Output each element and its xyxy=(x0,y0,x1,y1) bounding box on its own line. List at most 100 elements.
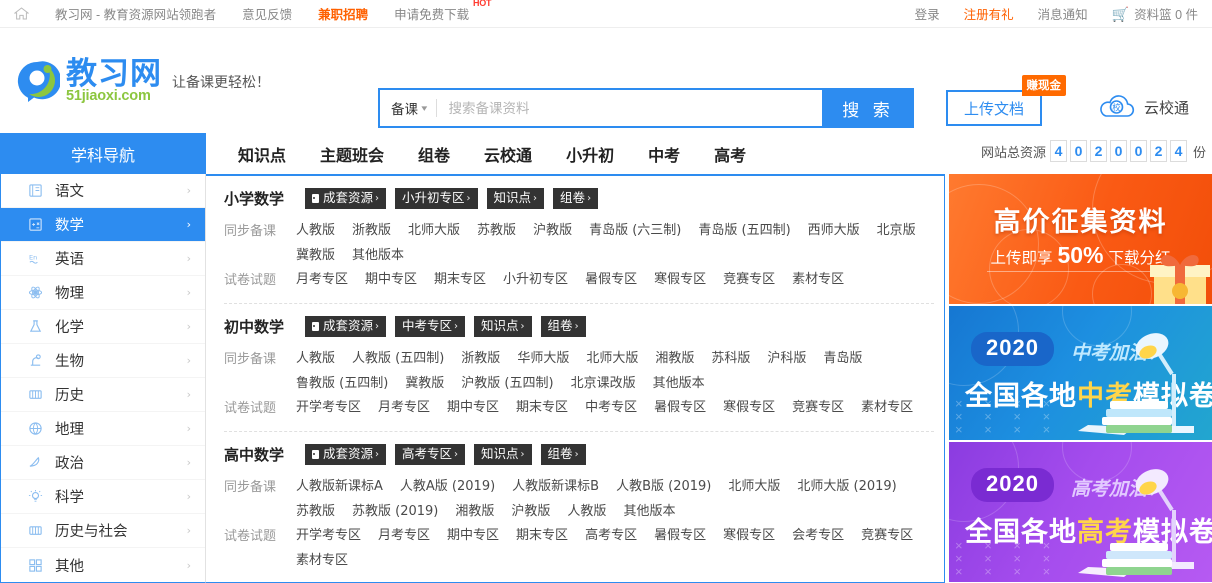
resource-link[interactable]: 寒假专区 xyxy=(654,268,706,288)
sidebar-item-8[interactable]: 政治› xyxy=(1,446,205,480)
resource-link[interactable]: 中考专区 xyxy=(585,396,637,416)
resource-link[interactable]: 素材专区 xyxy=(861,396,913,416)
resource-link[interactable]: 西师大版 xyxy=(808,219,860,238)
sidebar-item-3[interactable]: 物理› xyxy=(1,276,205,310)
resource-link[interactable]: 小升初专区 xyxy=(503,268,568,288)
cloud-school-link[interactable]: 校 云校通 xyxy=(1096,92,1189,122)
resource-link[interactable]: 竞赛专区 xyxy=(723,268,775,288)
resource-link[interactable]: 期末专区 xyxy=(434,268,486,288)
nav-item-0[interactable]: 知识点 xyxy=(238,142,286,166)
resource-link[interactable]: 湘教版 xyxy=(655,347,694,366)
resource-link[interactable]: 北师大版 xyxy=(586,347,638,366)
resource-link[interactable]: 苏科版 xyxy=(711,347,750,366)
resource-link[interactable]: 沪教版 xyxy=(511,500,550,519)
resource-link[interactable]: 苏教版 xyxy=(296,500,335,519)
resource-link[interactable]: 寒假专区 xyxy=(723,524,775,543)
section-tag-3[interactable]: 组卷› xyxy=(541,316,586,337)
section-tag-1[interactable]: 小升初专区› xyxy=(395,188,478,209)
banner-gaokao[interactable]: 2020 高考加油！ 全国各地高考模拟卷 × × × × × × × × × ×… xyxy=(949,442,1212,582)
login-link[interactable]: 登录 xyxy=(915,4,940,23)
resource-link[interactable]: 人教版 xyxy=(296,219,335,238)
resource-link[interactable]: 苏教版 (2019) xyxy=(352,500,438,519)
section-tag-1[interactable]: 中考专区› xyxy=(395,316,465,337)
resource-link[interactable]: 竞赛专区 xyxy=(861,524,913,543)
resource-link[interactable]: 北京版 xyxy=(877,219,916,238)
messages-link[interactable]: 消息通知 xyxy=(1038,4,1088,23)
sidebar-item-11[interactable]: 其他› xyxy=(1,548,205,582)
resource-link[interactable]: 沪教版 (五四制) xyxy=(461,372,553,391)
nav-item-4[interactable]: 小升初 xyxy=(566,142,614,166)
resource-link[interactable]: 青岛版 (五四制) xyxy=(698,219,790,238)
section-tag-0[interactable]: 成套资源› xyxy=(305,444,386,465)
cart-link[interactable]: 🛒 资料篮 0 件 xyxy=(1112,4,1198,23)
sidebar-item-2[interactable]: En英语› xyxy=(1,242,205,276)
sidebar-item-9[interactable]: 科学› xyxy=(1,480,205,514)
nav-item-1[interactable]: 主题班会 xyxy=(320,142,384,166)
sidebar-item-1[interactable]: 数学› xyxy=(1,208,205,242)
resource-link[interactable]: 人教B版 (2019) xyxy=(616,475,711,494)
resource-link[interactable]: 青岛版 xyxy=(823,347,862,366)
resource-link[interactable]: 高考专区 xyxy=(585,524,637,543)
resource-link[interactable]: 竞赛专区 xyxy=(792,396,844,416)
search-button[interactable]: 搜 索 xyxy=(822,88,914,128)
sidebar-item-0[interactable]: 语文› xyxy=(1,174,205,208)
resource-link[interactable]: 北师大版 (2019) xyxy=(797,475,896,494)
resource-link[interactable]: 人教版新课标A xyxy=(296,475,383,494)
resource-link[interactable]: 北师大版 xyxy=(728,475,780,494)
resource-link[interactable]: 冀教版 xyxy=(405,372,444,391)
resource-link[interactable]: 鲁教版 (五四制) xyxy=(296,372,388,391)
resource-link[interactable]: 暑假专区 xyxy=(654,396,706,416)
banner-zhongkao[interactable]: 2020 中考加油！ 全国各地中考模拟卷 × × × × × × × × × ×… xyxy=(949,306,1212,440)
feedback-link[interactable]: 意见反馈 xyxy=(242,4,292,23)
resource-link[interactable]: 素材专区 xyxy=(296,549,348,568)
resource-link[interactable]: 人教版 (五四制) xyxy=(352,347,444,366)
resource-link[interactable]: 暑假专区 xyxy=(585,268,637,288)
resource-link[interactable]: 青岛版 (六三制) xyxy=(589,219,681,238)
section-tag-3[interactable]: 组卷› xyxy=(553,188,598,209)
resource-link[interactable]: 冀教版 xyxy=(296,244,335,263)
resource-link[interactable]: 暑假专区 xyxy=(654,524,706,543)
banner-collect-materials[interactable]: 高价征集资料 上传即享 50% 下载分红 xyxy=(949,174,1212,304)
resource-link[interactable]: 素材专区 xyxy=(792,268,844,288)
logo[interactable]: 教习网 51jiaoxi.com 让备课更轻松！ xyxy=(14,58,270,105)
site-name-link[interactable]: 教习网 - 教育资源网站领跑者 xyxy=(55,4,216,23)
resource-link[interactable]: 会考专区 xyxy=(792,524,844,543)
resource-link[interactable]: 月考专区 xyxy=(378,524,430,543)
resource-link[interactable]: 沪科版 xyxy=(767,347,806,366)
sidebar-item-6[interactable]: 历史› xyxy=(1,378,205,412)
free-download-link[interactable]: 申请免费下载 HOT xyxy=(394,4,489,23)
search-input[interactable] xyxy=(437,90,822,126)
resource-link[interactable]: 北京课改版 xyxy=(571,372,636,391)
resource-link[interactable]: 其他版本 xyxy=(623,500,675,519)
register-link[interactable]: 注册有礼 xyxy=(964,4,1014,23)
sidebar-item-5[interactable]: 生物› xyxy=(1,344,205,378)
resource-link[interactable]: 其他版本 xyxy=(653,372,705,391)
resource-link[interactable]: 开学考专区 xyxy=(296,524,361,543)
sidebar-item-4[interactable]: 化学› xyxy=(1,310,205,344)
resource-link[interactable]: 月考专区 xyxy=(378,396,430,416)
resource-link[interactable]: 人教版 xyxy=(296,347,335,366)
section-tag-0[interactable]: 成套资源› xyxy=(305,316,386,337)
resource-link[interactable]: 期中专区 xyxy=(447,396,499,416)
section-tag-2[interactable]: 知识点› xyxy=(474,316,532,337)
nav-item-2[interactable]: 组卷 xyxy=(418,142,450,166)
section-tag-0[interactable]: 成套资源› xyxy=(305,188,386,209)
resource-link[interactable]: 苏教版 xyxy=(477,219,516,238)
resource-link[interactable]: 人教版新课标B xyxy=(512,475,599,494)
section-tag-2[interactable]: 知识点› xyxy=(474,444,532,465)
resource-link[interactable]: 期末专区 xyxy=(516,524,568,543)
resource-link[interactable]: 湘教版 xyxy=(455,500,494,519)
nav-item-6[interactable]: 高考 xyxy=(714,142,746,166)
nav-item-5[interactable]: 中考 xyxy=(648,142,680,166)
nav-item-3[interactable]: 云校通 xyxy=(484,142,532,166)
resource-link[interactable]: 华师大版 xyxy=(517,347,569,366)
section-tag-2[interactable]: 知识点› xyxy=(487,188,545,209)
search-category-select[interactable]: 备课 ▾ xyxy=(380,98,436,118)
resource-link[interactable]: 月考专区 xyxy=(296,268,348,288)
resource-link[interactable]: 期末专区 xyxy=(516,396,568,416)
recruit-link[interactable]: 兼职招聘 xyxy=(318,4,368,23)
resource-link[interactable]: 人教A版 (2019) xyxy=(400,475,495,494)
section-tag-3[interactable]: 组卷› xyxy=(541,444,586,465)
resource-link[interactable]: 其他版本 xyxy=(352,244,404,263)
resource-link[interactable]: 沪教版 xyxy=(533,219,572,238)
